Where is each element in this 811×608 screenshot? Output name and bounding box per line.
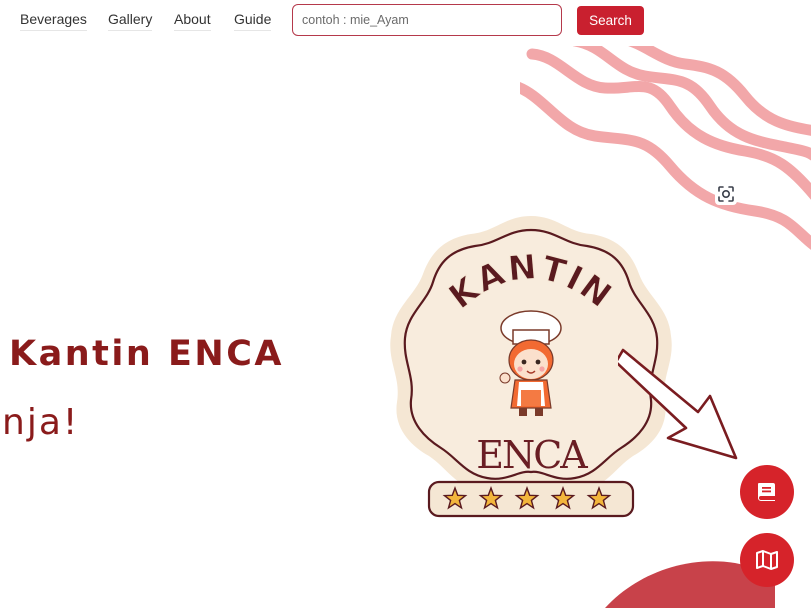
map-icon	[756, 550, 778, 570]
nav-link-guide[interactable]: Guide	[234, 11, 272, 31]
hero-subtitle: ınja!	[0, 402, 80, 443]
search-input[interactable]	[292, 4, 562, 36]
nav-link-beverages[interactable]: Beverages	[20, 11, 87, 31]
nav-link-about[interactable]: About	[174, 11, 211, 31]
book-icon	[758, 483, 775, 501]
logo-bottom-text: ENCA	[476, 433, 588, 477]
menu-book-button[interactable]	[740, 465, 794, 519]
nav-link-gallery[interactable]: Gallery	[108, 11, 153, 31]
arrow-pointer-icon	[618, 348, 738, 460]
search-button[interactable]: Search	[577, 6, 644, 35]
scan-icon[interactable]	[715, 183, 737, 205]
hero-title: Kantin ENCA	[9, 334, 284, 374]
map-button[interactable]	[740, 533, 794, 587]
top-navbar: Beverages Gallery About Guide Search	[0, 0, 811, 42]
